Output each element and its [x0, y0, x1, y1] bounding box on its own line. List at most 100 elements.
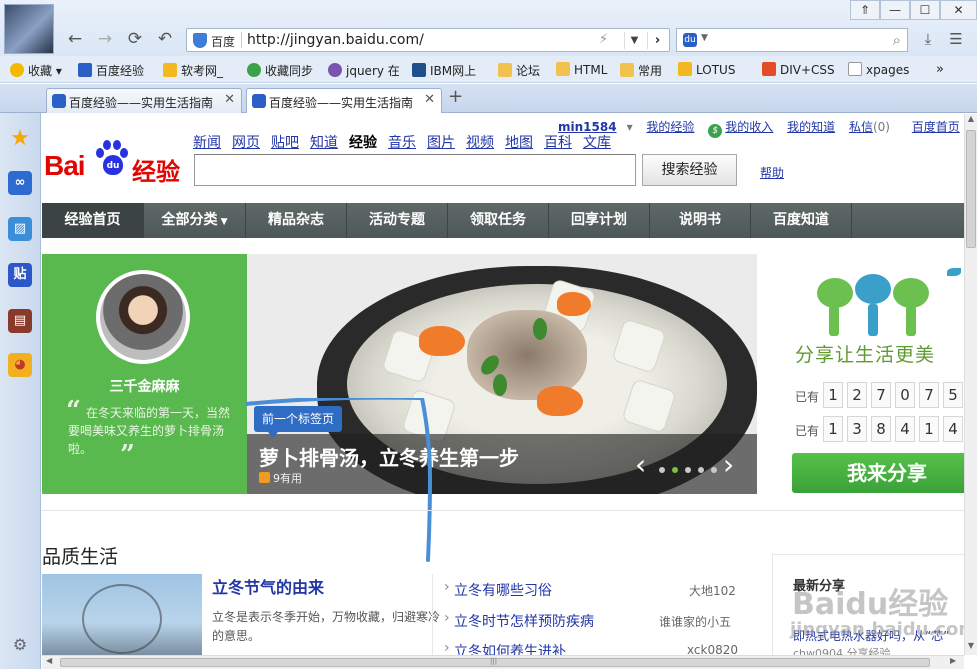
bookmark-item[interactable]: 百度经验: [78, 62, 144, 78]
bookmark-folder[interactable]: 论坛: [498, 62, 540, 78]
lead-article-title[interactable]: 立冬节气的由来: [212, 574, 324, 598]
back-icon[interactable]: ←: [64, 28, 86, 50]
bookmark-folder[interactable]: 常用: [620, 62, 662, 78]
new-tab-icon[interactable]: +: [448, 86, 463, 107]
article-author[interactable]: 谁谁家的小五: [659, 613, 731, 630]
mainnav-magazine[interactable]: 精品杂志: [246, 203, 347, 238]
settings-gear-icon[interactable]: ⚙: [8, 633, 32, 657]
carousel-dot-active[interactable]: [672, 467, 678, 473]
window-maximize-button[interactable]: ☐: [910, 0, 940, 20]
share-now-button[interactable]: 我来分享: [792, 453, 964, 493]
carousel-dot[interactable]: [698, 467, 704, 473]
nav-zhidao[interactable]: 知道: [310, 132, 338, 152]
article-author[interactable]: 大地102: [689, 582, 736, 599]
scroll-down-icon[interactable]: ▼: [965, 641, 977, 655]
window-close-button[interactable]: ✕: [940, 0, 977, 20]
carousel-dot[interactable]: [659, 467, 665, 473]
mainnav-share-plan[interactable]: 回享计划: [549, 203, 650, 238]
search-icon[interactable]: ⌕: [893, 31, 901, 49]
weibo-icon[interactable]: ◕: [8, 353, 32, 377]
tab-close-icon[interactable]: ✕: [224, 92, 235, 107]
refresh-icon[interactable]: ⟳: [124, 28, 146, 50]
cloud-sync-icon[interactable]: ∞: [8, 171, 32, 195]
bookmark-item[interactable]: xpages: [848, 62, 909, 78]
scroll-right-icon[interactable]: ▶: [950, 656, 956, 665]
nav-news[interactable]: 新闻: [193, 132, 221, 152]
mainnav-home[interactable]: 经验首页: [42, 203, 144, 238]
toolbar-search-box[interactable]: du ▼ ⌕: [676, 28, 908, 52]
go-arrow-icon[interactable]: ›: [647, 32, 667, 49]
my-experience-link[interactable]: 我的经验: [646, 120, 694, 134]
scroll-thumb[interactable]: [966, 130, 976, 248]
mainnav-events[interactable]: 活动专题: [347, 203, 448, 238]
baidu-home-link[interactable]: 百度首页: [912, 120, 960, 134]
image-icon[interactable]: ▨: [8, 217, 32, 241]
favorites-star-icon[interactable]: ★: [8, 127, 32, 151]
nav-jingyan[interactable]: 经验: [349, 132, 377, 152]
carousel-next-icon[interactable]: ›: [723, 448, 734, 481]
user-avatar[interactable]: [4, 4, 54, 54]
bookmark-item[interactable]: jquery 在: [328, 62, 400, 78]
bookmark-favorites[interactable]: 收藏 ▾: [10, 62, 62, 78]
experience-search-input[interactable]: [194, 154, 636, 186]
address-dropdown-icon[interactable]: ▼: [624, 32, 644, 49]
vertical-scrollbar[interactable]: ▲ ▼: [964, 114, 977, 655]
tab-item-active[interactable]: 百度经验——实用生活指南 ✕: [246, 88, 442, 113]
mainnav-all-categories[interactable]: 全部分类 ▼: [144, 203, 246, 238]
bookmark-folder[interactable]: HTML: [556, 62, 607, 78]
forward-icon[interactable]: →: [94, 28, 116, 50]
my-zhidao-link[interactable]: 我的知道: [787, 120, 835, 134]
mainnav-tasks[interactable]: 领取任务: [448, 203, 549, 238]
article-link[interactable]: 立冬时节怎样预防疾病: [444, 610, 594, 631]
feature-title[interactable]: 萝卜排骨汤，立冬养生第一步: [259, 442, 519, 471]
article-author[interactable]: xck0820: [687, 643, 738, 655]
article-link[interactable]: 立冬如何养生进补: [444, 640, 566, 655]
nav-web[interactable]: 网页: [232, 132, 260, 152]
article-link[interactable]: 立冬有哪些习俗: [444, 579, 552, 600]
address-bar[interactable]: 百度 http://jingyan.baidu.com/ ⚡ ▼ ›: [186, 28, 670, 52]
mainnav-zhidao[interactable]: 百度知道: [751, 203, 852, 238]
bookmark-item[interactable]: DIV+CSS: [762, 62, 835, 78]
user-dropdown-icon[interactable]: ▾: [627, 120, 633, 134]
messages-link[interactable]: 私信: [849, 120, 873, 134]
book-icon[interactable]: ▤: [8, 309, 32, 333]
scroll-up-icon[interactable]: ▲: [965, 114, 977, 128]
search-experience-button[interactable]: 搜索经验: [642, 154, 737, 186]
nav-images[interactable]: 图片: [427, 132, 455, 152]
my-income-link[interactable]: 我的收入: [725, 120, 773, 134]
nav-baike[interactable]: 百科: [544, 132, 572, 152]
bookmark-item[interactable]: IBM网上: [412, 62, 476, 78]
help-link[interactable]: 帮助: [760, 164, 784, 181]
article-thumbnail[interactable]: [42, 574, 202, 655]
nav-wenku[interactable]: 文库: [583, 132, 611, 152]
bookmarks-overflow-icon[interactable]: »: [936, 62, 944, 78]
nav-tieba[interactable]: 贴吧: [271, 132, 299, 152]
address-url[interactable]: http://jingyan.baidu.com/: [247, 32, 424, 48]
bookmark-item[interactable]: 收藏同步: [247, 62, 313, 78]
carousel-prev-icon[interactable]: ‹: [635, 448, 646, 481]
bookmark-item[interactable]: 软考网_: [163, 62, 223, 78]
tab-item[interactable]: 百度经验——实用生活指南 ✕: [46, 88, 242, 113]
author-name[interactable]: 三千金麻麻: [42, 376, 247, 396]
lightning-icon[interactable]: ⚡: [599, 32, 608, 47]
tieba-icon[interactable]: 贴: [8, 263, 32, 287]
window-skin-button[interactable]: ⇑: [850, 0, 880, 20]
search-engine-dropdown-icon[interactable]: ▼: [701, 33, 708, 43]
nav-map[interactable]: 地图: [505, 132, 533, 152]
mainnav-manuals[interactable]: 说明书: [650, 203, 751, 238]
baidu-paw-icon[interactable]: du: [683, 33, 697, 47]
author-avatar[interactable]: [100, 274, 186, 360]
nav-video[interactable]: 视频: [466, 132, 494, 152]
carousel-dot[interactable]: [711, 467, 717, 473]
tab-close-icon[interactable]: ✕: [424, 92, 435, 107]
menu-icon[interactable]: ☰: [946, 30, 966, 50]
bookmark-item[interactable]: LOTUS: [678, 62, 735, 78]
scroll-left-icon[interactable]: ◀: [46, 656, 52, 665]
horizontal-scrollbar[interactable]: ◀ ||| ▶: [42, 655, 964, 669]
window-minimize-button[interactable]: —: [880, 0, 910, 20]
undo-icon[interactable]: ↶: [154, 28, 176, 50]
carousel-dot[interactable]: [685, 467, 691, 473]
baidu-jingyan-logo[interactable]: Bai du 经验: [44, 136, 184, 186]
nav-music[interactable]: 音乐: [388, 132, 416, 152]
download-icon[interactable]: ⤓: [918, 30, 938, 50]
